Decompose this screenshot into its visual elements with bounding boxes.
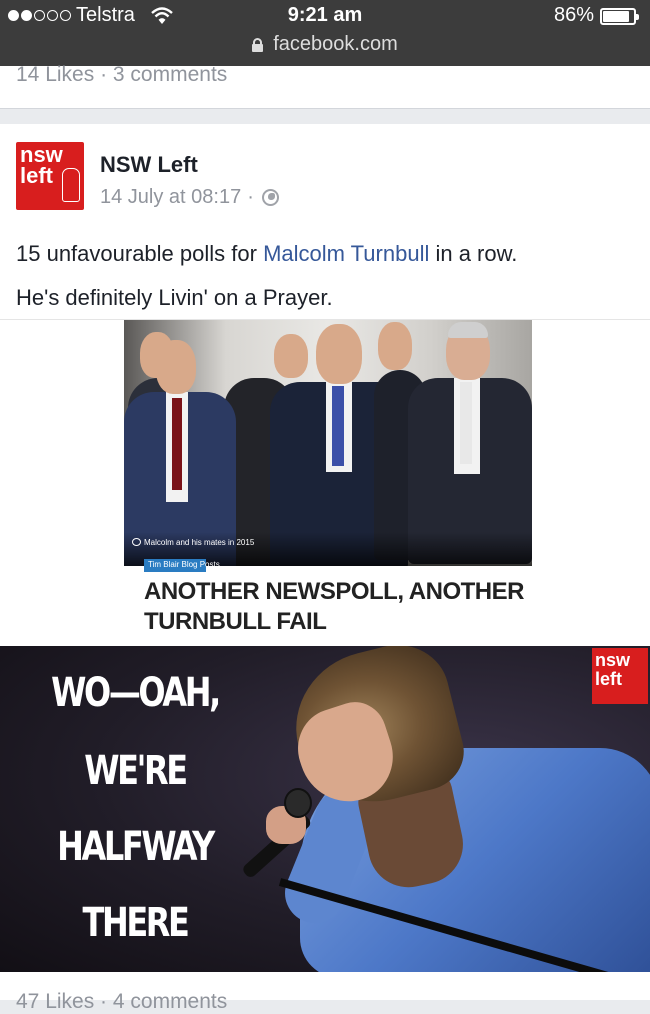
meme-line: HALFWAY	[57, 824, 215, 870]
meme-line: THERE	[82, 900, 190, 946]
likes-count[interactable]: 14 Likes	[16, 63, 94, 86]
previous-post-footer: 14 Likes · 3 comments	[0, 63, 650, 108]
mention-link[interactable]: Malcolm Turnbull	[263, 241, 429, 266]
url-text: facebook.com	[273, 33, 398, 55]
stats-separator: ·	[100, 63, 108, 86]
address-bar[interactable]: facebook.com	[0, 33, 650, 56]
meme-caption: WO—OAH, WE'RE HALFWAY THERE	[0, 646, 250, 972]
logo-text-line2: left	[595, 669, 622, 689]
category-tag-text: Tim Blair Blog Posts	[148, 560, 220, 569]
post-card: nsw left NSW Left 14 July at 08:17 · 15 …	[0, 124, 650, 1013]
post-timestamp[interactable]: 14 July at 08:17	[100, 186, 241, 209]
clock: 9:21 am	[287, 4, 363, 26]
previous-post-stats[interactable]: 14 Likes · 3 comments	[16, 63, 227, 87]
image-caption: Malcolm and his mates in 2015	[144, 538, 255, 547]
shared-article-image[interactable]: Malcolm and his mates in 2015	[124, 320, 532, 566]
globe-icon	[261, 189, 279, 206]
brand-logo: nsw left	[592, 648, 648, 704]
post-meta: 14 July at 08:17 ·	[100, 186, 279, 209]
battery-percent: 86%	[553, 4, 594, 26]
camera-icon	[132, 538, 141, 546]
battery-icon	[600, 8, 639, 25]
article-headline[interactable]: ANOTHER NEWSPOLL, ANOTHER TURNBULL FAIL	[144, 577, 524, 637]
logo-text-line1: nsw	[595, 650, 631, 670]
post-text-part2: in a row.	[429, 241, 518, 266]
page-name[interactable]: NSW Left	[100, 152, 198, 178]
post-text-part1: 15 unfavourable polls for	[16, 241, 264, 266]
fist-icon	[62, 168, 80, 202]
avatar-text-line2: left	[20, 163, 53, 188]
post-text-line2: He's definitely Livin' on a Prayer.	[16, 285, 333, 310]
feed-separator	[0, 108, 650, 124]
post-stats[interactable]: 47 Likes · 4 comments	[16, 990, 227, 1014]
meme-line: WO—OAH,	[51, 670, 221, 716]
meme-line: WE'RE	[84, 748, 188, 794]
lock-icon	[252, 38, 264, 52]
meta-separator: ·	[247, 186, 254, 208]
meme-image[interactable]: WO—OAH, WE'RE HALFWAY THERE nsw left	[0, 646, 650, 972]
comments-count[interactable]: 3 comments	[113, 63, 227, 86]
status-bar: Telstra 9:21 am 86% facebook.com	[0, 0, 650, 66]
post-text: 15 unfavourable polls for Malcolm Turnbu…	[16, 232, 636, 320]
page-avatar[interactable]: nsw left	[16, 142, 84, 210]
